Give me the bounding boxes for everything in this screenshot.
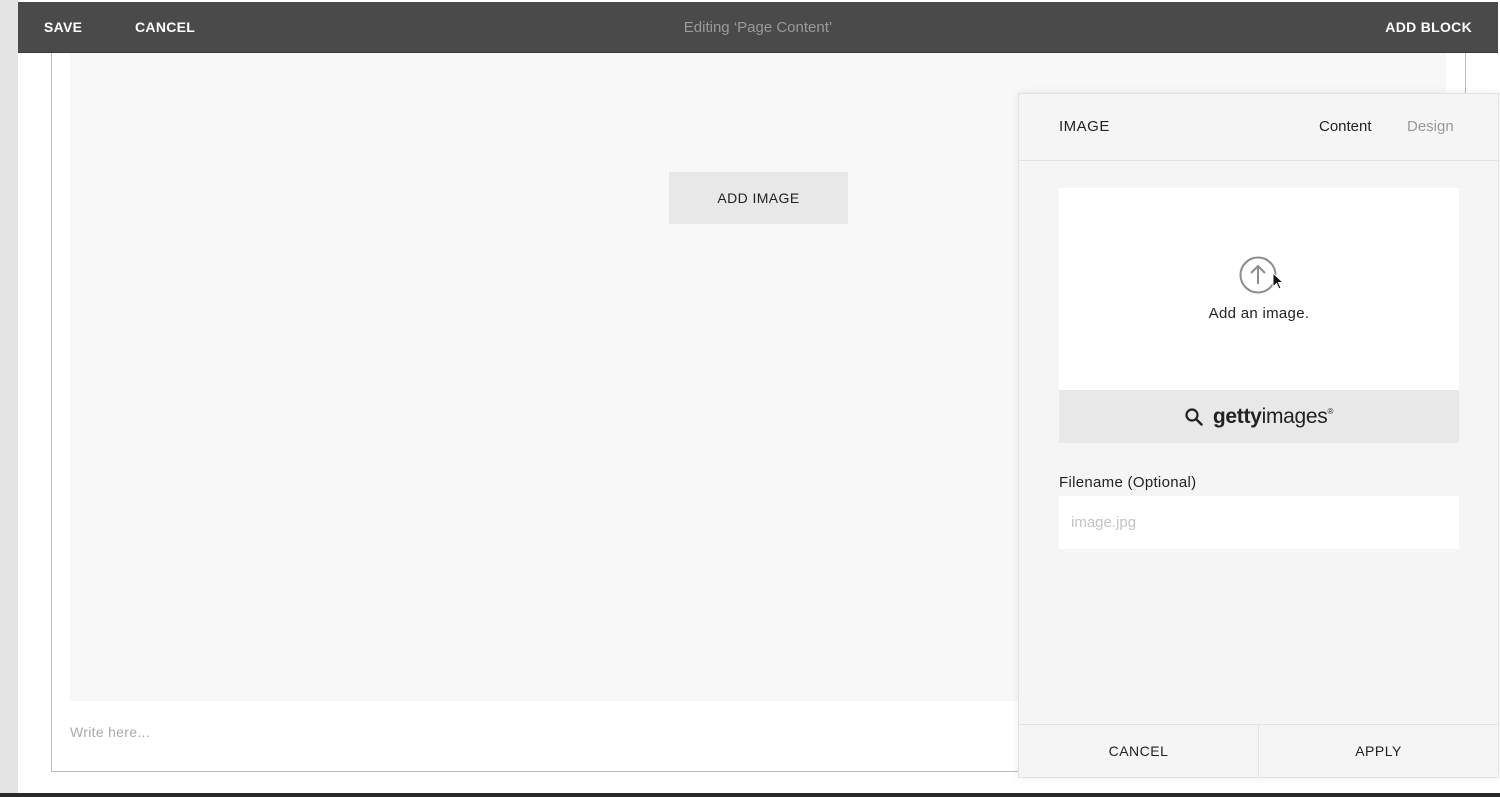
tab-content[interactable]: Content [1319, 118, 1372, 135]
bottom-edge [0, 793, 1500, 797]
text-block-placeholder[interactable]: Write here... [70, 724, 150, 740]
image-block-panel: IMAGE Content Design Add an image. getty… [1018, 93, 1499, 778]
panel-cancel-button[interactable]: CANCEL [1019, 725, 1258, 777]
getty-images-logo: gettyimages® [1212, 404, 1334, 428]
mouse-pointer-icon [1272, 272, 1284, 290]
panel-apply-button[interactable]: APPLY [1258, 725, 1498, 777]
upload-label: Add an image. [1208, 305, 1310, 322]
tab-design[interactable]: Design [1407, 118, 1454, 135]
add-image-button[interactable]: ADD IMAGE [669, 172, 848, 224]
panel-header: IMAGE Content Design [1019, 94, 1498, 161]
add-block-button[interactable]: ADD BLOCK [1385, 2, 1472, 53]
search-icon [1185, 407, 1203, 426]
filename-label: Filename (Optional) [1059, 474, 1197, 491]
editing-title: Editing ‘Page Content’ [683, 19, 833, 36]
filename-input[interactable] [1059, 496, 1459, 549]
panel-footer: CANCEL APPLY [1019, 724, 1498, 777]
editor-toolbar: SAVE CANCEL Editing ‘Page Content’ ADD B… [18, 2, 1498, 53]
image-upload-dropzone[interactable]: Add an image. [1059, 188, 1459, 391]
getty-images-search-button[interactable]: gettyimages® [1059, 390, 1459, 443]
panel-title: IMAGE [1059, 118, 1110, 135]
